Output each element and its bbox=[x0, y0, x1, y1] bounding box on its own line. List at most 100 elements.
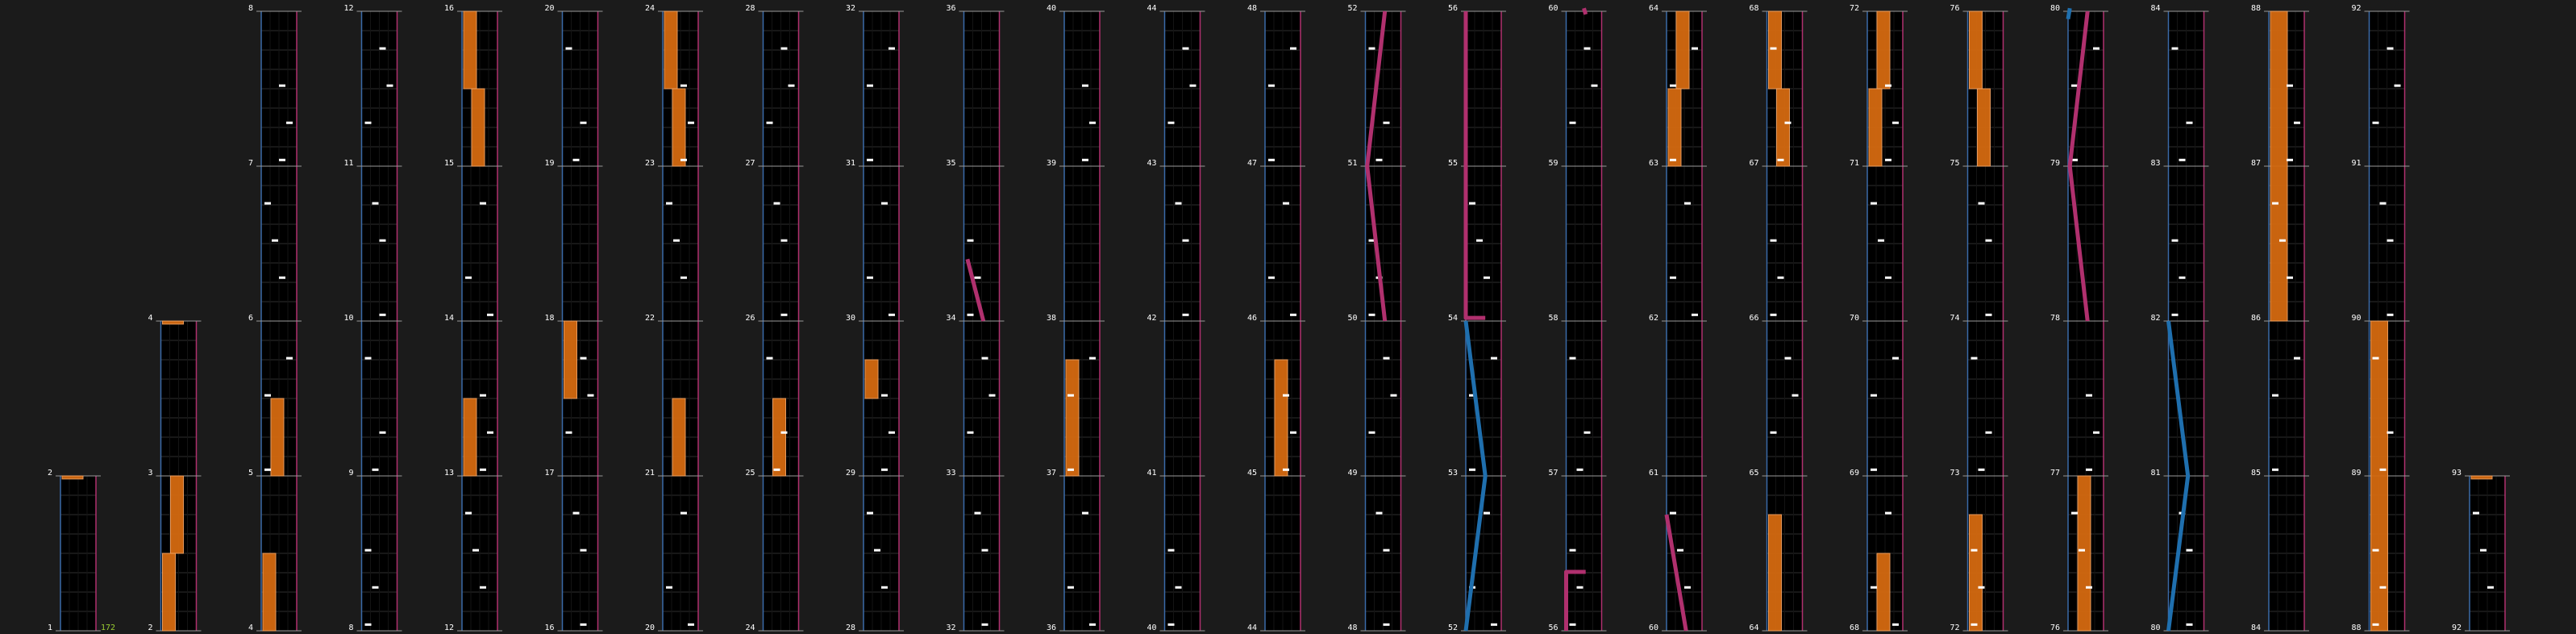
beat-label: 34 bbox=[946, 314, 955, 323]
tap-note bbox=[1591, 84, 1598, 87]
tap-note bbox=[780, 313, 788, 316]
tap-note bbox=[974, 276, 981, 279]
tap-note bbox=[379, 239, 386, 242]
beat-label: 21 bbox=[645, 469, 655, 478]
hold-note bbox=[2370, 320, 2388, 632]
tap-note bbox=[272, 239, 278, 242]
tap-note bbox=[1670, 276, 1676, 279]
beat-label: 72 bbox=[1850, 4, 1859, 13]
tap-note bbox=[364, 121, 372, 124]
hold-note bbox=[672, 398, 686, 477]
beat-label: 82 bbox=[2150, 314, 2160, 323]
beat-label: 54 bbox=[1448, 314, 1458, 323]
tap-note bbox=[487, 313, 493, 316]
tap-note bbox=[2387, 313, 2394, 316]
beat-label: 5 bbox=[248, 469, 253, 478]
tap-note bbox=[264, 202, 271, 205]
tap-note bbox=[967, 313, 974, 316]
beat-label: 89 bbox=[2351, 469, 2361, 478]
tap-note bbox=[1383, 121, 1390, 124]
beat-label: 81 bbox=[2150, 469, 2160, 478]
beat-label: 75 bbox=[1950, 159, 1959, 168]
beat-label: 92 bbox=[2351, 4, 2361, 13]
beat-label: 44 bbox=[1247, 624, 1257, 632]
beat-label: 58 bbox=[1548, 314, 1558, 323]
tap-note bbox=[981, 357, 988, 360]
tap-note bbox=[1283, 202, 1289, 205]
chart-playfield: 1223445678891011121213141516161718192020… bbox=[0, 0, 2576, 634]
beat-label: 32 bbox=[946, 624, 955, 632]
tap-note bbox=[1583, 47, 1591, 50]
tap-note bbox=[580, 357, 587, 360]
tap-note bbox=[1684, 202, 1691, 205]
tap-note bbox=[1383, 548, 1390, 552]
beat-label: 20 bbox=[544, 4, 554, 13]
tap-note bbox=[264, 468, 271, 471]
combo-count: 172 bbox=[101, 624, 115, 632]
beat-label: 48 bbox=[1247, 4, 1257, 13]
hold-note bbox=[1675, 10, 1690, 90]
tap-note bbox=[1777, 276, 1784, 279]
tap-note bbox=[1082, 84, 1088, 87]
tap-note bbox=[480, 586, 486, 589]
beat-label: 60 bbox=[1649, 624, 1658, 632]
hold-note bbox=[772, 398, 786, 477]
tap-note bbox=[279, 84, 285, 87]
beat-label: 85 bbox=[2251, 469, 2261, 478]
tap-note bbox=[364, 548, 372, 552]
beat-label: 24 bbox=[745, 624, 755, 632]
tap-note bbox=[867, 158, 873, 161]
beat-label: 8 bbox=[248, 4, 253, 13]
tap-note bbox=[2473, 511, 2479, 515]
beat-label: 62 bbox=[1649, 314, 1658, 323]
tap-note bbox=[1770, 47, 1777, 50]
beat-label: 42 bbox=[1147, 314, 1156, 323]
beat-label: 68 bbox=[1749, 4, 1758, 13]
tap-note bbox=[1182, 47, 1189, 50]
beat-label: 3 bbox=[148, 469, 152, 478]
tap-note bbox=[666, 202, 672, 205]
tap-note bbox=[580, 121, 587, 124]
beat-label: 87 bbox=[2251, 159, 2261, 168]
tap-note bbox=[874, 548, 880, 552]
beat-label: 20 bbox=[645, 624, 655, 632]
beat-label: 38 bbox=[1047, 314, 1056, 323]
hold-note bbox=[2470, 475, 2493, 480]
beat-label: 13 bbox=[444, 469, 454, 478]
beat-label: 9 bbox=[348, 469, 353, 478]
tap-note bbox=[888, 47, 895, 50]
hold-note bbox=[170, 475, 184, 554]
beat-label: 23 bbox=[645, 159, 655, 168]
beat-label: 90 bbox=[2351, 314, 2361, 323]
beat-label: 51 bbox=[1347, 159, 1357, 168]
beat-label: 68 bbox=[1850, 624, 1859, 632]
tap-note bbox=[1368, 47, 1375, 50]
beat-label: 31 bbox=[846, 159, 855, 168]
tap-note bbox=[1484, 511, 1490, 515]
tap-note bbox=[2379, 586, 2387, 589]
beat-label: 70 bbox=[1850, 314, 1859, 323]
tap-note bbox=[1383, 357, 1390, 360]
tap-note bbox=[981, 623, 988, 626]
beat-label: 1 bbox=[48, 624, 52, 632]
tap-note bbox=[1268, 158, 1275, 161]
tap-note bbox=[773, 468, 780, 471]
beat-label: 80 bbox=[2050, 4, 2060, 13]
beat-label: 84 bbox=[2150, 4, 2160, 13]
tap-note bbox=[666, 586, 672, 589]
tap-note bbox=[888, 431, 895, 434]
tap-note bbox=[1375, 158, 1383, 161]
tap-note bbox=[1885, 276, 1891, 279]
tap-note bbox=[1970, 357, 1978, 360]
hold-note bbox=[1768, 514, 1782, 632]
tap-note bbox=[881, 586, 888, 589]
tap-note bbox=[1576, 468, 1583, 471]
tap-note bbox=[2387, 431, 2394, 434]
beat-label: 32 bbox=[846, 4, 855, 13]
tap-note bbox=[1792, 394, 1799, 397]
beat-label: 88 bbox=[2351, 624, 2361, 632]
tap-note bbox=[1770, 239, 1777, 242]
tap-note bbox=[688, 623, 694, 626]
tap-note bbox=[1569, 121, 1576, 124]
beat-label: 7 bbox=[248, 159, 253, 168]
